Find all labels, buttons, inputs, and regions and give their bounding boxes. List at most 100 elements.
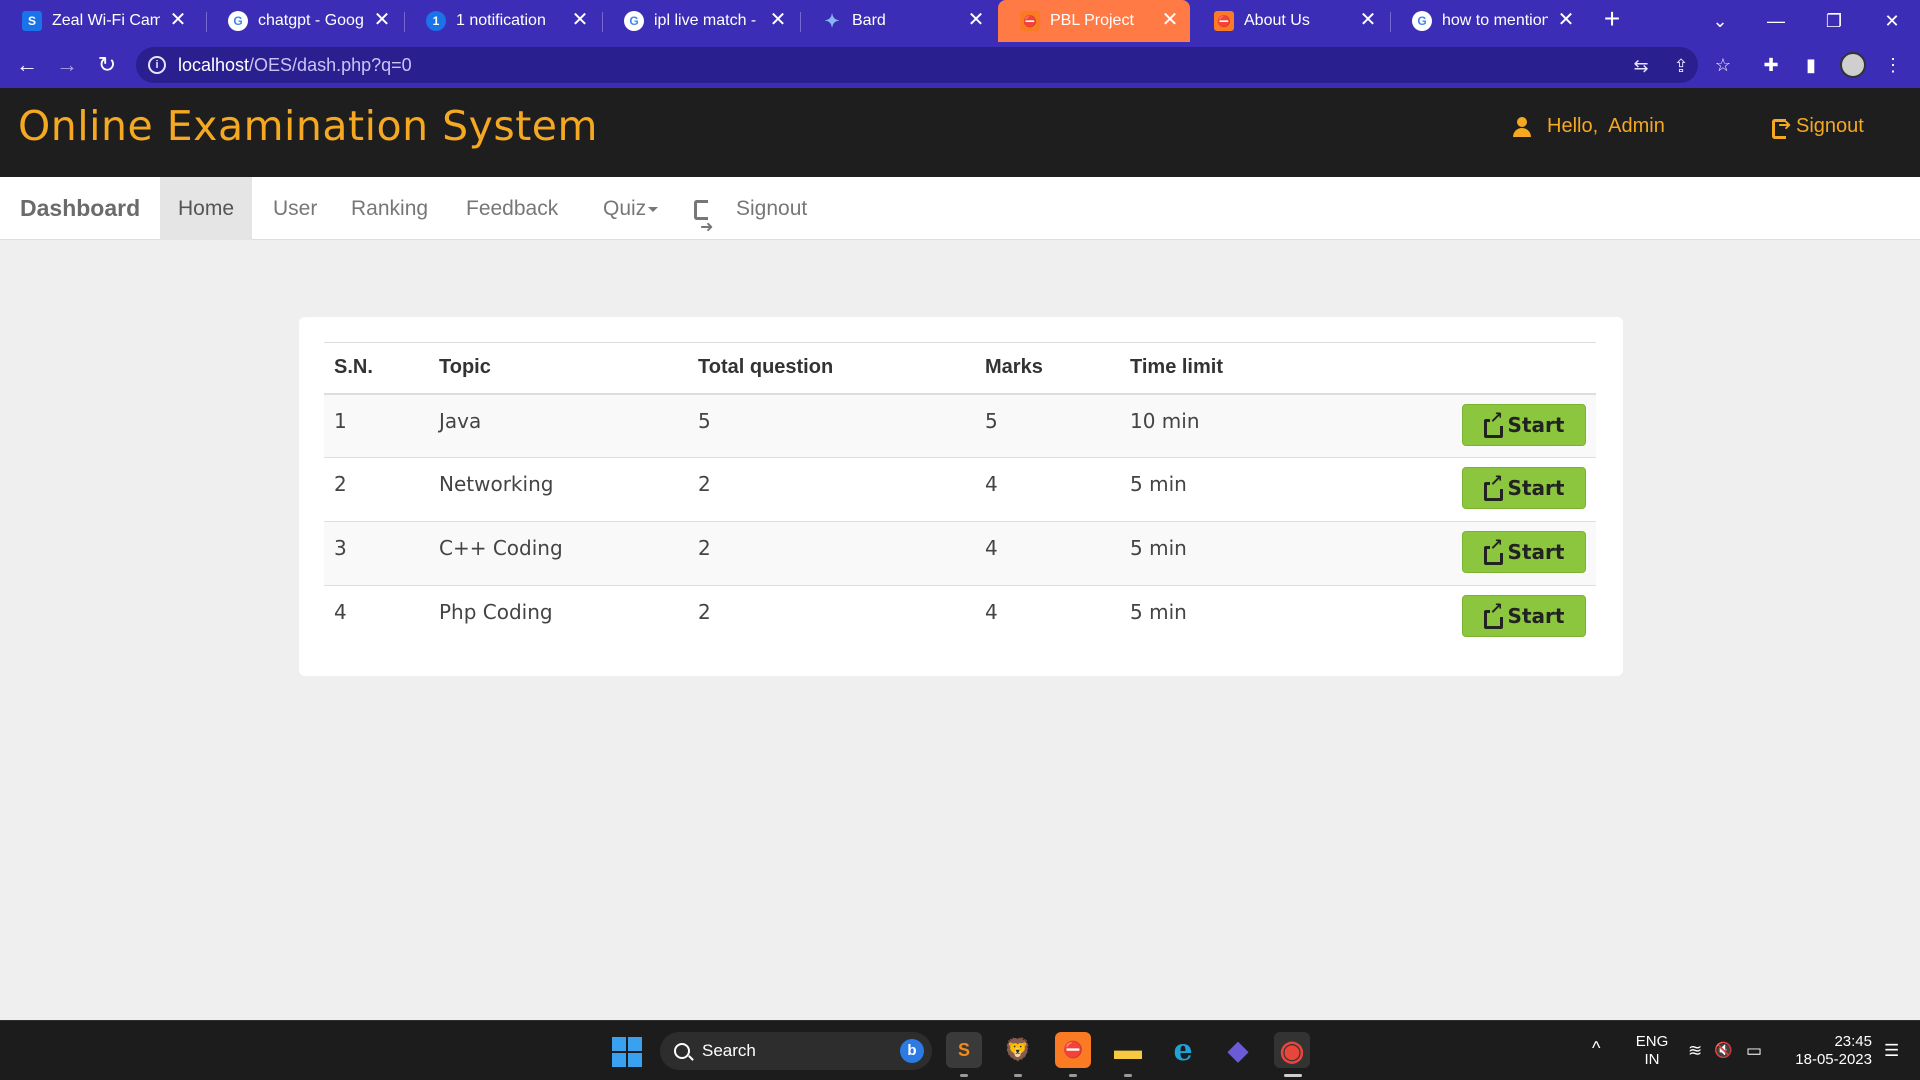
signout-icon bbox=[1772, 115, 1792, 139]
browser-tab-active[interactable]: ⛔ PBL Project ✕ bbox=[998, 0, 1190, 42]
table-row: 4 Php Coding 2 4 5 min Start bbox=[324, 585, 1596, 650]
cell-topic: C++ Coding bbox=[429, 521, 688, 586]
signout-icon bbox=[694, 196, 714, 259]
quiz-panel: S.N. Topic Total question Marks Time lim… bbox=[299, 317, 1623, 676]
battery-icon[interactable]: ▭ bbox=[1746, 1041, 1762, 1061]
bard-sparkle-icon: ✦ bbox=[824, 10, 840, 31]
header-sn: S.N. bbox=[324, 342, 429, 395]
cell-time-limit: 5 min bbox=[1120, 521, 1320, 586]
close-tab-icon[interactable]: ✕ bbox=[966, 10, 986, 31]
cell-marks: 5 bbox=[975, 393, 1120, 458]
reload-button[interactable]: ↻ bbox=[93, 51, 121, 79]
table-header-row: S.N. Topic Total question Marks Time lim… bbox=[324, 342, 1596, 395]
xampp-icon[interactable]: ⛔ bbox=[1055, 1032, 1091, 1068]
cell-total-question: 2 bbox=[688, 585, 975, 650]
xampp-icon: ⛔ bbox=[1020, 11, 1040, 31]
tab-title: PBL Project bbox=[1050, 12, 1134, 29]
nav-signout[interactable]: Signout bbox=[676, 177, 825, 259]
close-tab-icon[interactable]: ✕ bbox=[1160, 10, 1180, 31]
edge-icon[interactable]: e bbox=[1165, 1032, 1201, 1068]
volume-muted-icon[interactable]: 🔇 bbox=[1714, 1041, 1733, 1059]
browser-tab[interactable]: G how to mention t ✕ bbox=[1390, 0, 1586, 42]
close-window-button[interactable]: ✕ bbox=[1864, 0, 1920, 42]
nav-user[interactable]: User bbox=[255, 177, 335, 240]
notification-center-icon[interactable]: ☰ bbox=[1884, 1041, 1899, 1061]
site-title[interactable]: Online Examination System bbox=[18, 102, 598, 150]
tab-title: Bard bbox=[852, 12, 886, 29]
cell-action: Start bbox=[1320, 457, 1596, 522]
start-quiz-button[interactable]: Start bbox=[1462, 595, 1586, 637]
copilot-icon[interactable]: ◆ bbox=[1220, 1032, 1256, 1068]
new-tab-button[interactable]: + bbox=[1598, 5, 1626, 34]
close-tab-icon[interactable]: ✕ bbox=[1358, 10, 1378, 31]
user-name-link[interactable]: Admin bbox=[1608, 115, 1665, 138]
language-indicator[interactable]: ENG IN bbox=[1632, 1033, 1672, 1069]
translate-icon[interactable]: ⇆ bbox=[1630, 55, 1652, 77]
main-navbar: Dashboard Home User Ranking Feedback Qui… bbox=[0, 177, 1920, 259]
url-text[interactable]: localhost/OES/dash.php?q=0 bbox=[178, 55, 412, 76]
zeal-s-icon: S bbox=[22, 11, 42, 31]
bookmark-star-icon[interactable]: ☆ bbox=[1712, 54, 1734, 76]
header-time-limit: Time limit bbox=[1120, 342, 1320, 395]
start-quiz-button[interactable]: Start bbox=[1462, 467, 1586, 509]
profile-avatar[interactable] bbox=[1840, 52, 1866, 78]
close-tab-icon[interactable]: ✕ bbox=[768, 10, 788, 31]
start-quiz-button[interactable]: Start bbox=[1462, 531, 1586, 573]
browser-tab[interactable]: G chatgpt - Google ✕ bbox=[206, 0, 402, 42]
browser-tab[interactable]: 1 1 notification ✕ bbox=[404, 0, 600, 42]
cell-total-question: 2 bbox=[688, 521, 975, 586]
cell-action: Start bbox=[1320, 585, 1596, 650]
user-icon bbox=[1513, 116, 1531, 137]
windows-taskbar: Search b S 🦁 ⛔ ▬ e ◆ ◉ ^ ENG IN ≋ 🔇 ▭ 23… bbox=[0, 1020, 1920, 1080]
browser-tab[interactable]: ✦ Bard ✕ bbox=[800, 0, 996, 42]
nav-home[interactable]: Home bbox=[160, 177, 253, 240]
table-row: 1 Java 5 5 10 min Start bbox=[324, 393, 1596, 458]
browser-tab[interactable]: ⛔ About Us ✕ bbox=[1192, 0, 1388, 42]
windows-start-icon[interactable] bbox=[612, 1037, 642, 1067]
address-bar[interactable]: i localhost/OES/dash.php?q=0 ⇆ ⇪ bbox=[136, 47, 1698, 83]
back-button[interactable]: ← bbox=[13, 51, 41, 79]
xampp-icon: ⛔ bbox=[1214, 11, 1234, 31]
file-explorer-icon[interactable]: ▬ bbox=[1110, 1032, 1146, 1068]
taskbar-search[interactable]: Search b bbox=[660, 1032, 932, 1070]
url-host: localhost bbox=[178, 55, 250, 75]
clock[interactable]: 23:45 18-05-2023 bbox=[1782, 1033, 1872, 1069]
external-link-icon bbox=[1483, 601, 1503, 629]
extensions-icon[interactable]: ✚ bbox=[1760, 54, 1782, 76]
close-tab-icon[interactable]: ✕ bbox=[1556, 10, 1576, 31]
tray-overflow-chevron-icon[interactable]: ^ bbox=[1592, 1039, 1600, 1057]
wifi-icon[interactable]: ≋ bbox=[1688, 1041, 1702, 1061]
restore-button[interactable]: ❐ bbox=[1806, 0, 1862, 42]
side-panel-icon[interactable]: ▮ bbox=[1800, 54, 1822, 76]
browser-tab[interactable]: S Zeal Wi-Fi Campu ✕ bbox=[0, 0, 198, 42]
sublime-text-icon[interactable]: S bbox=[946, 1032, 982, 1068]
nav-feedback[interactable]: Feedback bbox=[448, 177, 576, 240]
header-signout-link[interactable]: Signout bbox=[1772, 115, 1864, 139]
cell-topic: Php Coding bbox=[429, 585, 688, 650]
close-tab-icon[interactable]: ✕ bbox=[570, 10, 590, 31]
quiz-table: S.N. Topic Total question Marks Time lim… bbox=[324, 342, 1596, 650]
active-indicator bbox=[1284, 1074, 1302, 1077]
minimize-button[interactable]: — bbox=[1748, 0, 1804, 42]
close-tab-icon[interactable]: ✕ bbox=[168, 10, 188, 31]
external-link-icon bbox=[1483, 473, 1503, 501]
tab-search-button[interactable]: ⌄ bbox=[1692, 0, 1748, 42]
start-label: Start bbox=[1507, 540, 1565, 564]
start-label: Start bbox=[1507, 412, 1565, 437]
bing-icon[interactable]: b bbox=[900, 1039, 924, 1063]
share-icon[interactable]: ⇪ bbox=[1670, 55, 1692, 77]
start-label: Start bbox=[1507, 476, 1565, 500]
start-quiz-button[interactable]: Start bbox=[1462, 403, 1586, 446]
forward-button[interactable]: → bbox=[53, 51, 81, 79]
browser-tab[interactable]: G ipl live match - Go ✕ bbox=[602, 0, 798, 42]
close-tab-icon[interactable]: ✕ bbox=[372, 10, 392, 31]
site-info-icon[interactable]: i bbox=[148, 56, 166, 74]
cell-topic: Networking bbox=[429, 457, 688, 522]
browser-menu-icon[interactable]: ⋮ bbox=[1882, 54, 1904, 76]
nav-ranking[interactable]: Ranking bbox=[333, 177, 446, 240]
navbar-brand[interactable]: Dashboard bbox=[2, 177, 158, 240]
brave-icon[interactable]: 🦁 bbox=[1000, 1032, 1036, 1068]
chrome-icon[interactable]: ◉ bbox=[1274, 1032, 1310, 1068]
hello-label: Hello, bbox=[1547, 115, 1599, 137]
nav-quiz-dropdown[interactable]: Quiz bbox=[585, 177, 676, 240]
